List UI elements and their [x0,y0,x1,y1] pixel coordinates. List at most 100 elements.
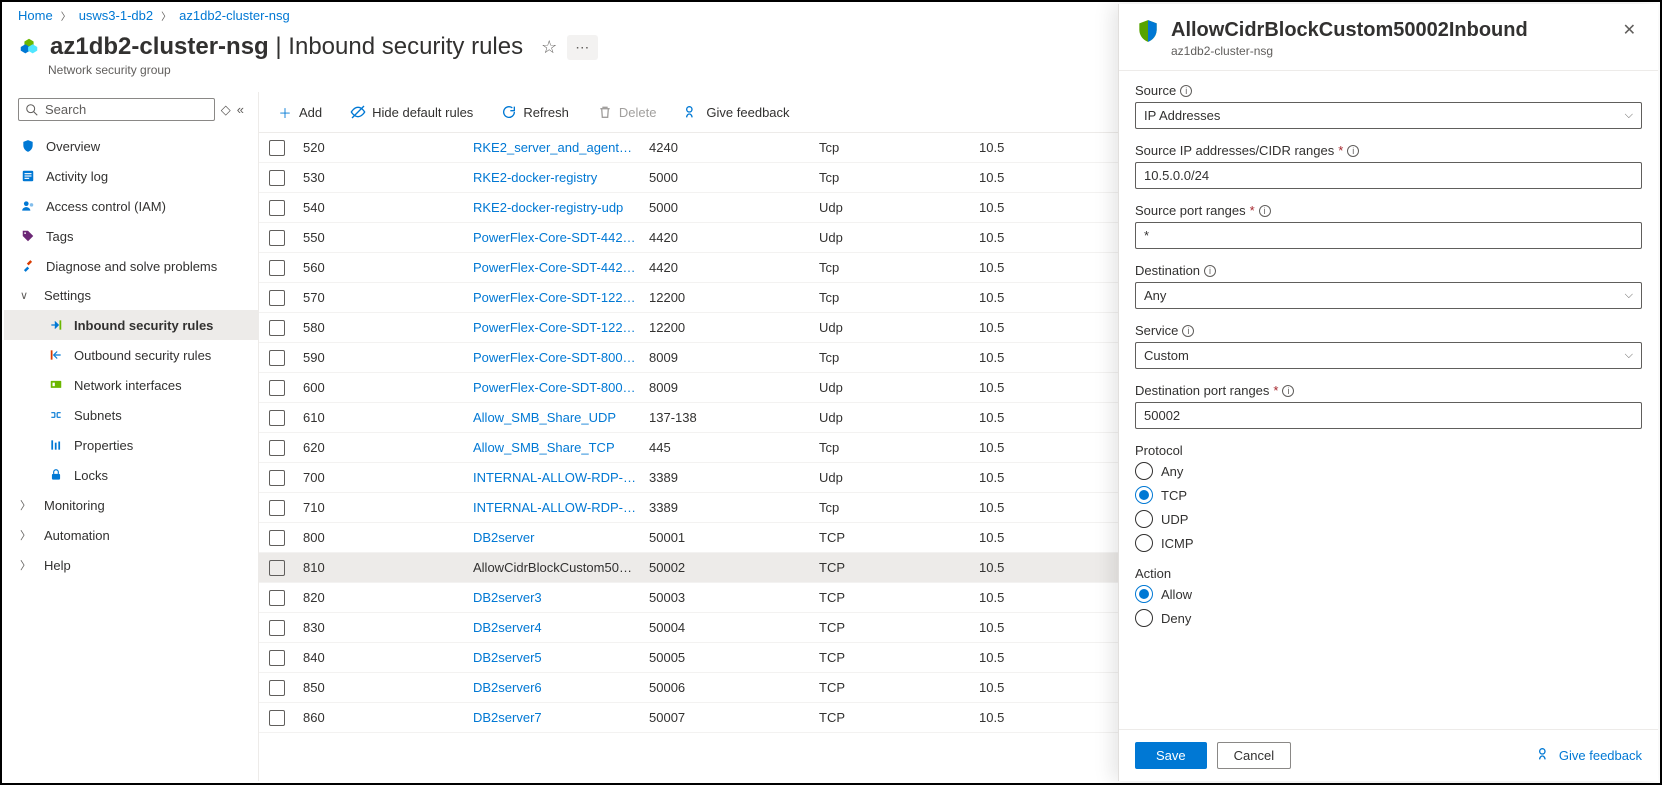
info-icon[interactable]: i [1282,385,1294,397]
cell-name[interactable]: DB2server3 [473,590,649,605]
cell-name[interactable]: Allow_SMB_Share_UDP [473,410,649,425]
cell-name[interactable]: PowerFlex-Core-SDT-8009tcp [473,350,649,365]
row-checkbox[interactable] [269,290,285,306]
bc-parent[interactable]: usws3-1-db2 [79,8,153,23]
row-checkbox[interactable] [269,260,285,276]
search-input[interactable]: Search [18,98,215,121]
info-icon[interactable]: i [1204,265,1216,277]
cell-name[interactable]: INTERNAL-ALLOW-RDP-UDP [473,470,649,485]
cell-name[interactable]: PowerFlex-Core-SDT-8009u… [473,380,649,395]
protocol-radio-icmp[interactable]: ICMP [1135,534,1642,552]
row-checkbox[interactable] [269,380,285,396]
row-checkbox[interactable] [269,650,285,666]
bc-home[interactable]: Home [18,8,53,23]
cell-name[interactable]: DB2server [473,530,649,545]
cell-source: 10.5 [979,500,1009,515]
source-ip-input[interactable]: 10.5.0.0/24 [1135,162,1642,189]
favorite-star-icon[interactable]: ☆ [541,37,557,58]
protocol-radio-any[interactable]: Any [1135,462,1642,480]
refresh-button[interactable]: Refresh [495,100,575,124]
protocol-radio-tcp[interactable]: TCP [1135,486,1642,504]
nav-overview[interactable]: Overview [4,131,258,161]
nav-monitoring-group[interactable]: 〉Monitoring [4,490,258,520]
save-button[interactable]: Save [1135,742,1207,769]
row-checkbox[interactable] [269,530,285,546]
info-icon[interactable]: i [1180,85,1192,97]
row-checkbox[interactable] [269,140,285,156]
cell-name[interactable]: RKE2_server_and_agent_nod… [473,140,649,155]
cell-name[interactable]: AllowCidrBlockCustom5000… [473,560,649,575]
nav-subnets[interactable]: Subnets [4,400,258,430]
cell-name[interactable]: DB2server4 [473,620,649,635]
nav-properties[interactable]: Properties [4,430,258,460]
row-checkbox[interactable] [269,680,285,696]
cancel-button[interactable]: Cancel [1217,742,1291,769]
protocol-radio-udp[interactable]: UDP [1135,510,1642,528]
service-select[interactable]: Custom⌵ [1135,342,1642,369]
radio-icon [1135,486,1153,504]
nav-help-group[interactable]: 〉Help [4,550,258,580]
nav-inbound-rules[interactable]: Inbound security rules [4,310,258,340]
row-checkbox[interactable] [269,710,285,726]
action-radio-allow[interactable]: Allow [1135,585,1642,603]
destination-select[interactable]: Any⌵ [1135,282,1642,309]
expand-icon[interactable]: ◇ [221,102,231,118]
row-checkbox[interactable] [269,200,285,216]
cell-name[interactable]: DB2server7 [473,710,649,725]
cell-name[interactable]: DB2server5 [473,650,649,665]
nav-locks[interactable]: Locks [4,460,258,490]
close-icon[interactable]: ✕ [1617,18,1642,42]
give-feedback-link[interactable]: Give feedback [1537,746,1642,765]
add-button[interactable]: ＋Add [271,100,328,124]
row-checkbox[interactable] [269,320,285,336]
info-icon[interactable]: i [1347,145,1359,157]
row-checkbox[interactable] [269,470,285,486]
cell-port: 12200 [649,320,819,335]
cell-name[interactable]: INTERNAL-ALLOW-RDP-TCP [473,500,649,515]
nav-diagnose[interactable]: Diagnose and solve problems [4,251,258,281]
bc-current[interactable]: az1db2-cluster-nsg [179,8,290,23]
cell-name[interactable]: DB2server6 [473,680,649,695]
row-checkbox[interactable] [269,410,285,426]
cell-port: 137-138 [649,410,819,425]
cell-source: 10.5 [979,680,1009,695]
info-icon[interactable]: i [1182,325,1194,337]
chevron-down-icon: ∨ [20,289,34,302]
dest-port-input[interactable]: 50002 [1135,402,1642,429]
hide-default-button[interactable]: Hide default rules [344,100,479,124]
row-checkbox[interactable] [269,620,285,636]
nav-tags[interactable]: Tags [4,221,258,251]
nav-access-control[interactable]: Access control (IAM) [4,191,258,221]
info-icon[interactable]: i [1259,205,1271,217]
chevron-right-icon: 〉 [20,557,34,573]
cell-name[interactable]: RKE2-docker-registry [473,170,649,185]
row-checkbox[interactable] [269,560,285,576]
nav-network-interfaces[interactable]: Network interfaces [4,370,258,400]
row-checkbox[interactable] [269,230,285,246]
row-checkbox[interactable] [269,500,285,516]
row-checkbox[interactable] [269,590,285,606]
lock-icon [48,467,64,483]
cell-name[interactable]: PowerFlex-Core-SDT-4420u… [473,230,649,245]
collapse-icon[interactable]: « [237,102,244,117]
cell-protocol: Tcp [819,290,979,305]
cell-name[interactable]: PowerFlex-Core-SDT-12200… [473,320,649,335]
row-checkbox[interactable] [269,440,285,456]
cell-name[interactable]: Allow_SMB_Share_TCP [473,440,649,455]
cell-name[interactable]: PowerFlex-Core-SDT-4420tcp [473,260,649,275]
source-port-input[interactable]: * [1135,222,1642,249]
source-select[interactable]: IP Addresses⌵ [1135,102,1642,129]
nav-outbound-rules[interactable]: Outbound security rules [4,340,258,370]
nav-automation-group[interactable]: 〉Automation [4,520,258,550]
refresh-icon [501,104,517,120]
row-checkbox[interactable] [269,350,285,366]
feedback-button[interactable]: Give feedback [678,100,795,124]
action-radio-deny[interactable]: Deny [1135,609,1642,627]
cell-priority: 600 [303,380,473,395]
cell-name[interactable]: RKE2-docker-registry-udp [473,200,649,215]
cell-name[interactable]: PowerFlex-Core-SDT-12200t… [473,290,649,305]
nav-settings-group[interactable]: ∨Settings [4,281,258,310]
nav-activity-log[interactable]: Activity log [4,161,258,191]
more-actions-icon[interactable]: ⋯ [567,35,598,60]
row-checkbox[interactable] [269,170,285,186]
